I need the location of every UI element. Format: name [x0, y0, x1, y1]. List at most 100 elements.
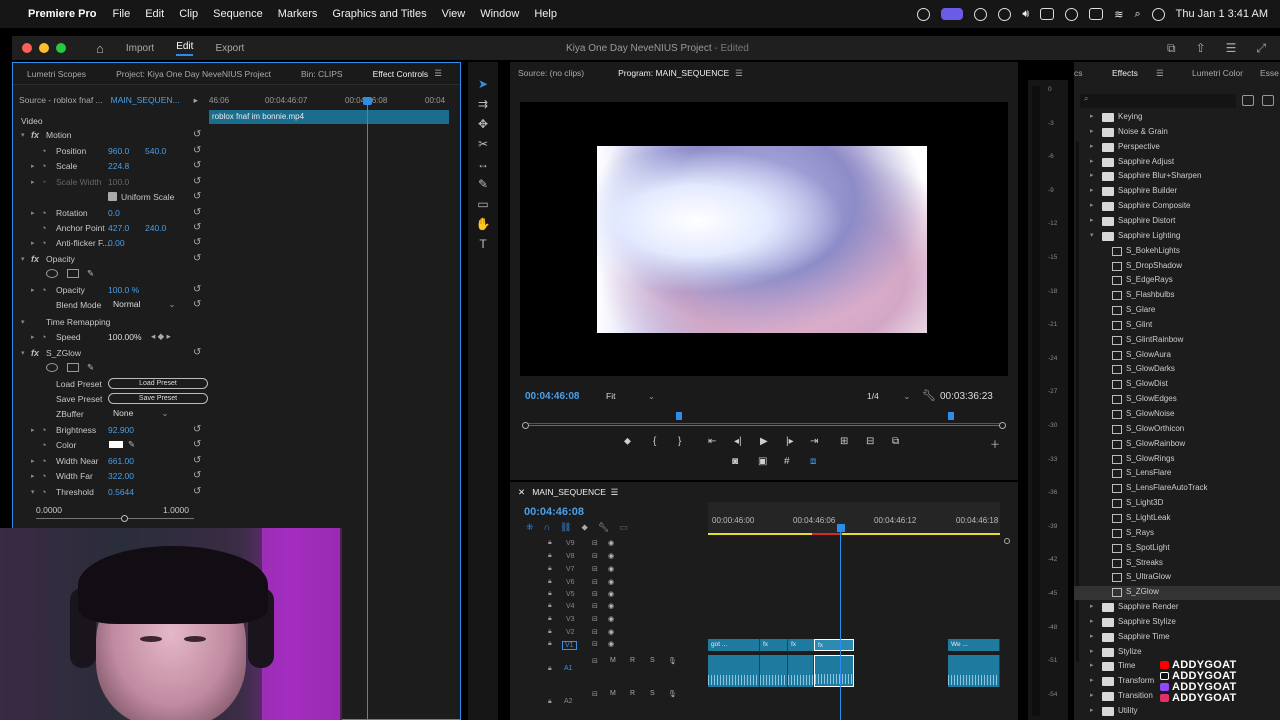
collapse-icon[interactable]: ▾ — [21, 255, 25, 263]
go-to-out-icon[interactable]: ⇥ — [810, 436, 818, 447]
source-selector[interactable]: Source - roblox fnaf ... MAIN_SEQUEN... … — [13, 93, 203, 107]
threshold-slider[interactable] — [36, 515, 194, 522]
effect-item[interactable]: S_DropShadow — [1074, 260, 1280, 274]
lock-icon[interactable]: 🔒︎ — [548, 552, 552, 560]
program-playhead[interactable] — [676, 412, 682, 420]
track-name[interactable]: V4 — [566, 603, 575, 610]
captions-icon[interactable]: ▭ — [619, 522, 628, 532]
effect-folder[interactable]: ▸ Sapphire Distort — [1074, 215, 1280, 229]
collapse-icon[interactable]: ▾ — [21, 318, 25, 326]
timeline-ruler[interactable]: 00:00:46:00 00:04:46:06 00:04:46:12 00:0… — [708, 502, 1000, 535]
sync-icon[interactable]: ⊟ — [592, 657, 598, 665]
reset-icon[interactable]: ↺ — [193, 455, 201, 466]
rectangle-tool-icon[interactable]: ▭ — [475, 196, 491, 212]
expand-icon[interactable]: ▸ — [31, 286, 35, 294]
threshold-slider-knob[interactable] — [121, 515, 129, 522]
reset-icon[interactable]: ↺ — [193, 176, 201, 187]
blend-mode-select[interactable]: Normal — [113, 299, 176, 310]
battery-icon[interactable] — [1089, 8, 1104, 20]
menu-sequence[interactable]: Sequence — [213, 8, 263, 20]
zglow-effect[interactable]: ▾ fx S_ZGlow ↺ — [13, 345, 207, 360]
new-bin-icon[interactable] — [1242, 95, 1254, 106]
expand-icon[interactable]: ▸ — [31, 426, 35, 434]
tab-effect-controls[interactable]: Effect Controls — [373, 69, 429, 79]
effect-item[interactable]: S_GlowEdges — [1074, 393, 1280, 407]
eye-icon[interactable]: ◉ — [608, 590, 614, 598]
effect-item[interactable]: S_Glint — [1074, 319, 1280, 333]
tab-edit[interactable]: Edit — [176, 41, 194, 56]
insert-icon[interactable]: ⊞ — [840, 436, 848, 447]
expand-icon[interactable]: ▸ — [1090, 706, 1094, 714]
effect-item[interactable]: S_GlowAura — [1074, 349, 1280, 363]
wifi-icon[interactable]: ≋ — [1114, 8, 1123, 21]
menu-clip[interactable]: Clip — [179, 8, 198, 20]
width-far-value[interactable]: 322.00 — [108, 471, 134, 481]
eye-icon[interactable]: ◉ — [608, 640, 614, 648]
program-screen[interactable] — [520, 102, 1008, 376]
stopwatch-icon[interactable]: ◔ — [41, 146, 46, 156]
play-icon[interactable]: ▶ — [760, 436, 768, 447]
effect-item[interactable]: S_Rays — [1074, 527, 1280, 541]
record-button[interactable]: R — [630, 690, 635, 697]
play-only-icon[interactable]: ▸ — [194, 95, 198, 106]
effect-item[interactable]: S_Streaks — [1074, 557, 1280, 571]
obs-icon[interactable] — [974, 7, 988, 21]
stopwatch-icon[interactable]: ◔ — [41, 285, 46, 295]
step-forward-icon[interactable]: |▸ — [786, 436, 794, 447]
sequence-name[interactable]: MAIN_SEQUENCE — [532, 487, 606, 497]
vpn-icon[interactable] — [998, 7, 1012, 21]
effect-item[interactable]: S_Glare — [1074, 304, 1280, 318]
uniform-scale-checkbox[interactable] — [108, 192, 117, 201]
stopwatch-icon[interactable]: ◔ — [41, 440, 46, 450]
tab-project[interactable]: Project: Kiya One Day NeveNIUS Project — [116, 69, 271, 79]
safe-margins-icon[interactable]: ▣ — [758, 456, 767, 467]
tab-export[interactable]: Export — [215, 43, 244, 54]
menu-window[interactable]: Window — [480, 8, 519, 20]
lock-icon[interactable]: 🔒︎ — [548, 590, 552, 598]
track-name[interactable]: A2 — [564, 698, 573, 705]
new-custom-bin-icon[interactable] — [1262, 95, 1274, 106]
mute-button[interactable]: M — [610, 657, 616, 664]
eyedropper-icon[interactable]: ✎ — [128, 439, 135, 450]
keyframe-nav-icon[interactable]: ◂ ◆ ▸ — [151, 331, 171, 342]
razor-tool-icon[interactable]: ✂ — [475, 136, 491, 152]
eye-icon[interactable]: ◉ — [608, 552, 614, 560]
tab-libraries[interactable]: cs — [1074, 68, 1083, 78]
play-icon[interactable] — [1065, 7, 1079, 21]
rectangle-mask-icon[interactable] — [67, 269, 79, 278]
expand-icon[interactable]: ▸ — [1090, 691, 1094, 699]
stopwatch-icon[interactable]: ◔ — [41, 223, 46, 233]
track-name[interactable]: A1 — [564, 665, 573, 672]
menu-markers[interactable]: Markers — [278, 8, 318, 20]
mic-icon[interactable]: 🎙︎ — [668, 657, 677, 665]
time-remapping-effect[interactable]: ▾ Time Remapping — [13, 314, 207, 329]
expand-icon[interactable]: ▸ — [1090, 661, 1094, 669]
effect-item[interactable]: S_LightLeak — [1074, 512, 1280, 526]
effect-folder[interactable]: ▸ Sapphire Adjust — [1074, 156, 1280, 170]
effect-folder[interactable]: ▸ Stylize — [1074, 646, 1280, 660]
effect-folder[interactable]: ▸ Sapphire Render — [1074, 601, 1280, 615]
speed-value[interactable]: 100.00% — [108, 332, 142, 342]
fx-badge-icon[interactable]: fx — [31, 254, 39, 264]
lock-icon[interactable]: 🔒︎ — [548, 698, 552, 706]
slip-tool-icon[interactable]: ↔ — [475, 156, 491, 172]
reset-icon[interactable]: ↺ — [193, 470, 201, 481]
sync-icon[interactable]: ⊟ — [592, 565, 598, 573]
anchor-x-value[interactable]: 427.0 — [108, 223, 129, 233]
workspace-menu-icon[interactable]: ☰ — [1226, 41, 1237, 56]
expand-icon[interactable]: ▸ — [1090, 201, 1094, 209]
display-icon[interactable] — [1040, 8, 1055, 20]
sync-icon[interactable]: ⊟ — [592, 628, 598, 636]
effect-item[interactable]: S_GlowOrthicon — [1074, 423, 1280, 437]
tab-effects[interactable]: Effects — [1112, 68, 1138, 78]
timeline-zoom-handle[interactable] — [1004, 538, 1010, 544]
video-clip[interactable]: fx — [788, 639, 816, 651]
expand-icon[interactable]: ▸ — [1090, 632, 1094, 640]
tab-import[interactable]: Import — [126, 43, 154, 54]
track-name[interactable]: V8 — [566, 553, 575, 560]
audio-clip[interactable] — [760, 655, 788, 687]
tab-program[interactable]: Program: MAIN_SEQUENCE — [618, 68, 729, 79]
threshold-value[interactable]: 0.5644 — [108, 487, 134, 497]
effect-item[interactable]: S_EdgeRays — [1074, 274, 1280, 288]
stopwatch-icon[interactable]: ◔ — [41, 238, 46, 248]
